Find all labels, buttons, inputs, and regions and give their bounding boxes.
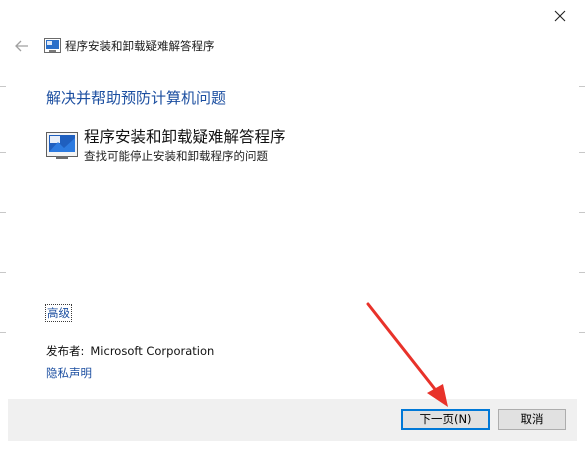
edge-mark xyxy=(0,212,6,213)
edge-mark xyxy=(579,212,585,213)
edge-mark xyxy=(0,332,6,333)
edge-mark xyxy=(0,86,6,87)
back-arrow-icon xyxy=(15,40,28,52)
cancel-button[interactable]: 取消 xyxy=(498,409,566,430)
annotation-arrow-icon xyxy=(366,302,448,407)
back-button[interactable] xyxy=(12,36,32,56)
privacy-statement-link[interactable]: 隐私声明 xyxy=(46,365,92,381)
close-button[interactable] xyxy=(545,2,575,30)
troubleshooter-description: 查找可能停止安装和卸载程序的问题 xyxy=(84,149,268,163)
publisher-info: 发布者: Microsoft Corporation xyxy=(46,343,214,359)
edge-mark xyxy=(579,272,585,273)
edge-mark xyxy=(0,152,6,153)
edge-mark xyxy=(579,86,585,87)
troubleshooter-title-icon xyxy=(44,38,61,53)
publisher-value: Microsoft Corporation xyxy=(90,344,215,358)
edge-mark xyxy=(579,332,585,333)
edge-mark xyxy=(579,152,585,153)
troubleshooter-title[interactable]: 程序安装和卸载疑难解答程序 xyxy=(84,127,286,147)
advanced-link[interactable]: 高级 xyxy=(45,304,72,322)
close-icon xyxy=(554,10,566,22)
publisher-label: 发布者: xyxy=(46,344,85,358)
troubleshooter-dialog: 程序安装和卸载疑难解答程序 解决并帮助预防计算机问题 程序安装和卸载疑难解答程序… xyxy=(0,0,585,449)
next-button[interactable]: 下一页(N) xyxy=(401,409,490,430)
dialog-footer: 下一页(N) 取消 xyxy=(8,399,577,441)
page-heading: 解决并帮助预防计算机问题 xyxy=(46,89,227,107)
window-title: 程序安装和卸载疑难解答程序 xyxy=(65,39,215,53)
edge-mark xyxy=(0,272,6,273)
troubleshooter-tool-icon[interactable] xyxy=(46,130,78,160)
